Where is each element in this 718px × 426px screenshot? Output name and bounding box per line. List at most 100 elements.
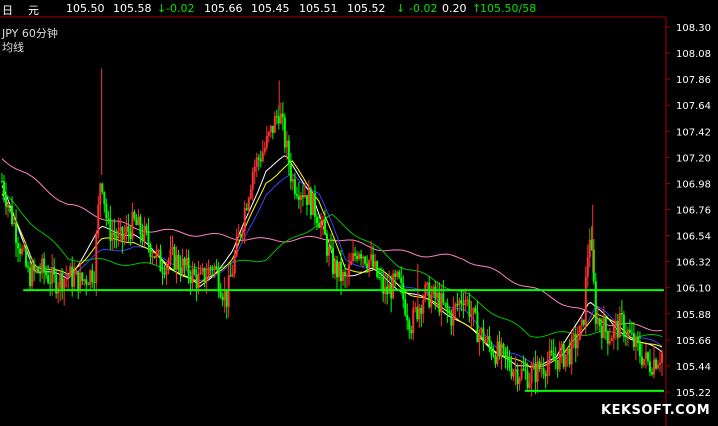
candle-body — [604, 317, 607, 332]
candle-body — [51, 267, 54, 284]
candle-body — [153, 256, 156, 258]
candle-body — [79, 272, 82, 292]
candle-body — [75, 270, 78, 275]
ma-label: 均线 — [2, 41, 24, 54]
candle-body — [293, 179, 296, 194]
candle-body — [450, 313, 453, 326]
candle-body — [596, 318, 599, 324]
candle-body — [538, 361, 541, 370]
candle-body — [213, 266, 216, 270]
candle-body — [203, 268, 206, 283]
candle-body — [448, 310, 451, 314]
candle-body — [11, 205, 14, 224]
candle-body — [430, 294, 433, 308]
candle-body — [239, 234, 242, 236]
candle-body — [59, 273, 62, 288]
candle-body — [217, 269, 220, 292]
candle-body — [366, 263, 369, 269]
candle-body — [19, 248, 22, 254]
candle-body — [313, 193, 316, 217]
candle-body — [334, 260, 337, 274]
candle-body — [610, 338, 613, 342]
candle-body — [131, 211, 134, 240]
candle-body — [185, 257, 188, 266]
candle-body — [374, 261, 377, 268]
candle-body — [321, 219, 324, 223]
candle-body — [654, 359, 657, 369]
candle-body — [474, 307, 477, 313]
candle-body — [167, 260, 170, 266]
candle-body — [67, 276, 70, 278]
candle-body — [632, 333, 635, 347]
candle-body — [141, 234, 144, 241]
candle-body — [648, 361, 651, 373]
candle-body — [135, 218, 138, 226]
candle-body — [496, 341, 499, 364]
candle-body — [279, 113, 282, 124]
candle-body — [119, 227, 122, 231]
candle-body — [37, 268, 40, 273]
candle-body — [578, 325, 581, 341]
candle-body — [197, 273, 200, 289]
candle-body — [165, 265, 168, 275]
candle-body — [303, 194, 306, 198]
candle-body — [406, 315, 409, 321]
candle-body — [249, 189, 252, 199]
candle-body — [77, 270, 80, 292]
candle-body — [101, 183, 104, 192]
candle-body — [255, 157, 258, 167]
candle-body — [269, 125, 272, 132]
candle-body — [257, 157, 260, 160]
candle-body — [215, 266, 218, 270]
candle-body — [285, 140, 288, 148]
candle-body — [109, 218, 112, 241]
price-chart[interactable]: 108.30 108.08 107.86 107.64 107.42 107.20 106.… — [0, 0, 718, 426]
candle-body — [325, 234, 328, 256]
price-axis: 108.30 108.08 107.86 107.64 107.42 107.20 106.… — [666, 23, 711, 399]
candle-body — [85, 279, 88, 285]
candle-body — [336, 260, 339, 278]
candle-body — [434, 286, 437, 299]
candle-body — [454, 304, 457, 308]
candle-body — [440, 293, 443, 313]
candle-body — [49, 282, 52, 284]
candle-body — [476, 312, 479, 343]
candle-body — [424, 284, 427, 300]
candle-body — [542, 368, 545, 374]
candle-body — [446, 303, 449, 311]
candle-body — [458, 300, 461, 306]
candle-body — [502, 344, 505, 348]
candle-body — [1, 181, 3, 183]
candle-body — [412, 308, 415, 334]
candle-body — [528, 382, 531, 388]
candle-body — [157, 250, 160, 252]
candle-body — [338, 261, 341, 278]
candle-body — [27, 266, 30, 268]
candle-body — [177, 254, 180, 269]
candle-body — [83, 279, 86, 282]
candle-body — [426, 282, 429, 285]
candle-body — [261, 152, 264, 162]
price-tick-label: 107.20 — [676, 153, 711, 164]
candle-body — [598, 318, 601, 327]
candle-body — [283, 117, 286, 148]
candle-body — [169, 249, 172, 261]
price-tick-label: 107.64 — [676, 101, 711, 112]
candle-body — [602, 317, 605, 338]
candle-body — [574, 334, 577, 349]
candle-body — [544, 373, 547, 377]
candle-body — [554, 359, 557, 361]
candle-body — [223, 290, 226, 301]
candle-body — [3, 181, 6, 195]
candle-body — [540, 368, 543, 370]
candle-body — [277, 116, 280, 124]
candle-body — [163, 272, 166, 275]
candle-body — [87, 284, 90, 286]
candle-body — [354, 253, 357, 257]
price-tick-label: 105.88 — [676, 310, 711, 321]
candle-body — [143, 225, 146, 241]
candle-body — [323, 219, 326, 235]
candle-body — [466, 299, 469, 301]
candle-body — [584, 276, 587, 325]
candle-body — [25, 247, 28, 267]
